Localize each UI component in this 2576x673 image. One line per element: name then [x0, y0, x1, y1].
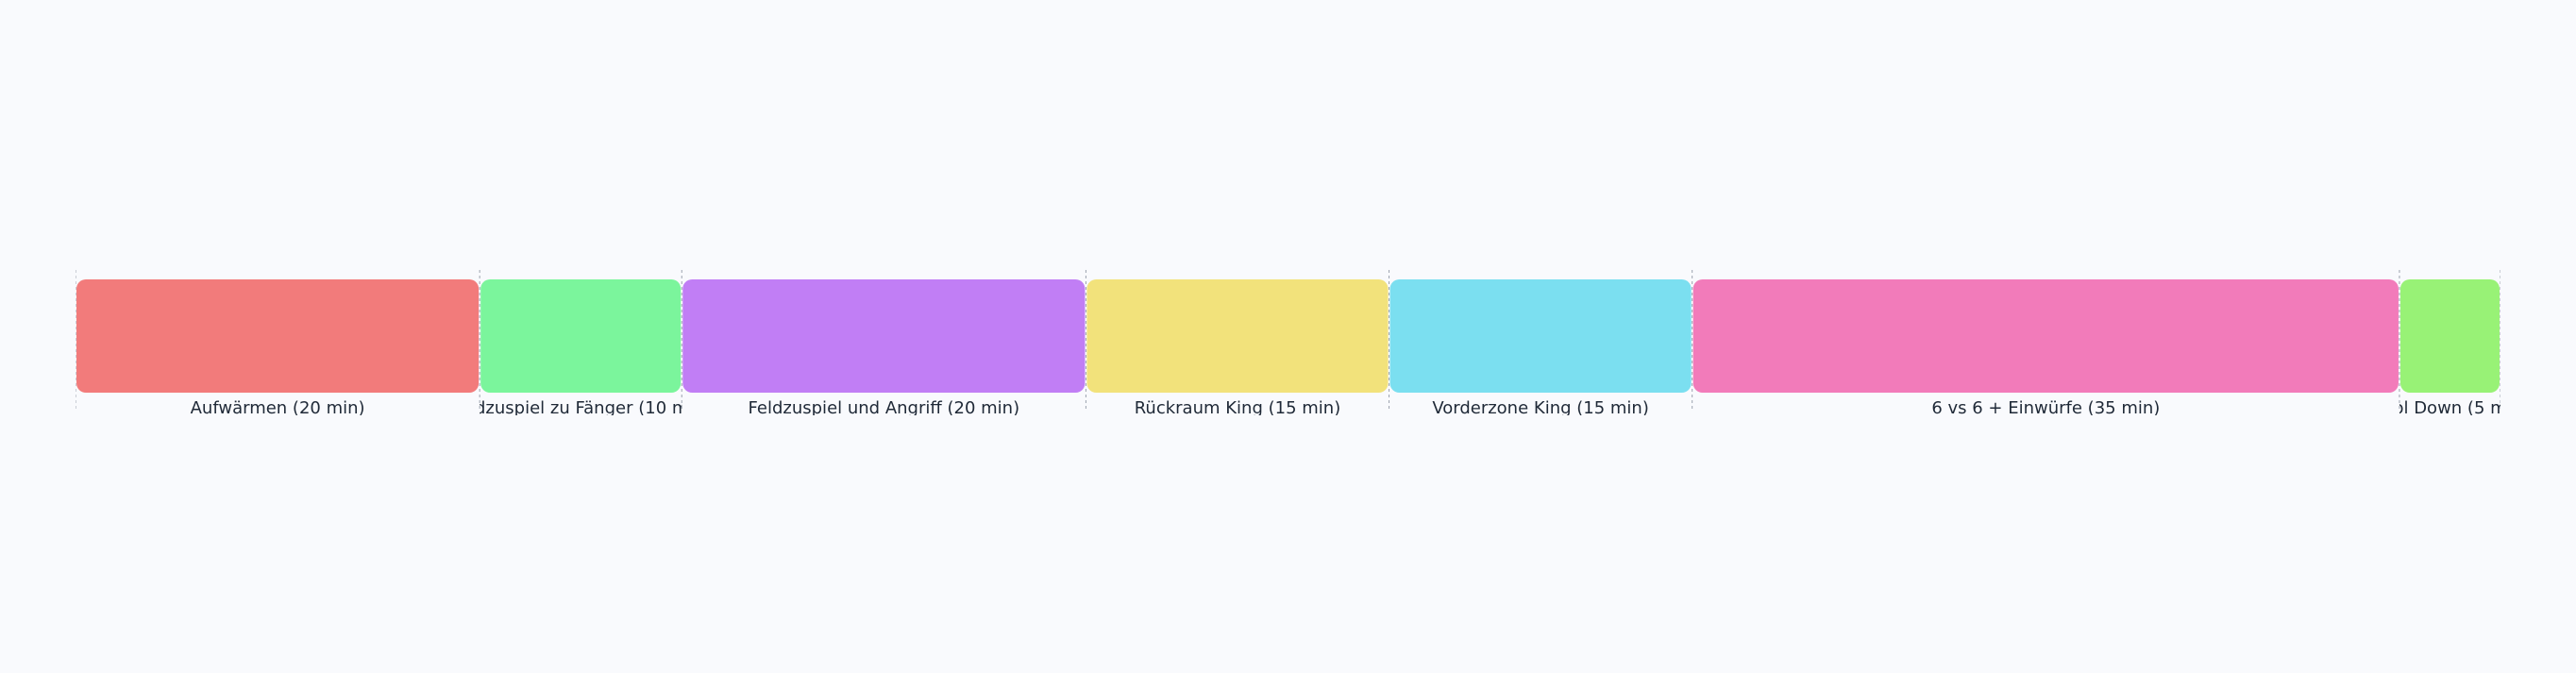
segment-label-4: Vorderzone King (15 min)	[1432, 398, 1649, 418]
bar-4	[1389, 279, 1692, 393]
bar-6	[2399, 279, 2500, 393]
timeline-chart: Aufwärmen (20 min) Feldzuspiel zu Fänger …	[76, 270, 2529, 418]
segment-label-1: Feldzuspiel zu Fänger (10 min)	[451, 398, 711, 418]
segment-label-2: Feldzuspiel und Angriff (20 min)	[749, 398, 1020, 418]
segment-label-6: Cool Down (5 min)	[2371, 398, 2529, 418]
segment-label-3: Rückraum King (15 min)	[1135, 398, 1341, 418]
segment-label-0: Aufwärmen (20 min)	[191, 398, 365, 418]
segment-label-5: 6 vs 6 + Einwürfe (35 min)	[1931, 398, 2160, 418]
bar-2	[682, 279, 1086, 393]
bar-5	[1692, 279, 2399, 393]
bar-3	[1086, 279, 1389, 393]
bar-1	[480, 279, 682, 393]
bar-0	[76, 279, 480, 393]
plot-area: Aufwärmen (20 min) Feldzuspiel zu Fänger …	[76, 270, 2529, 418]
